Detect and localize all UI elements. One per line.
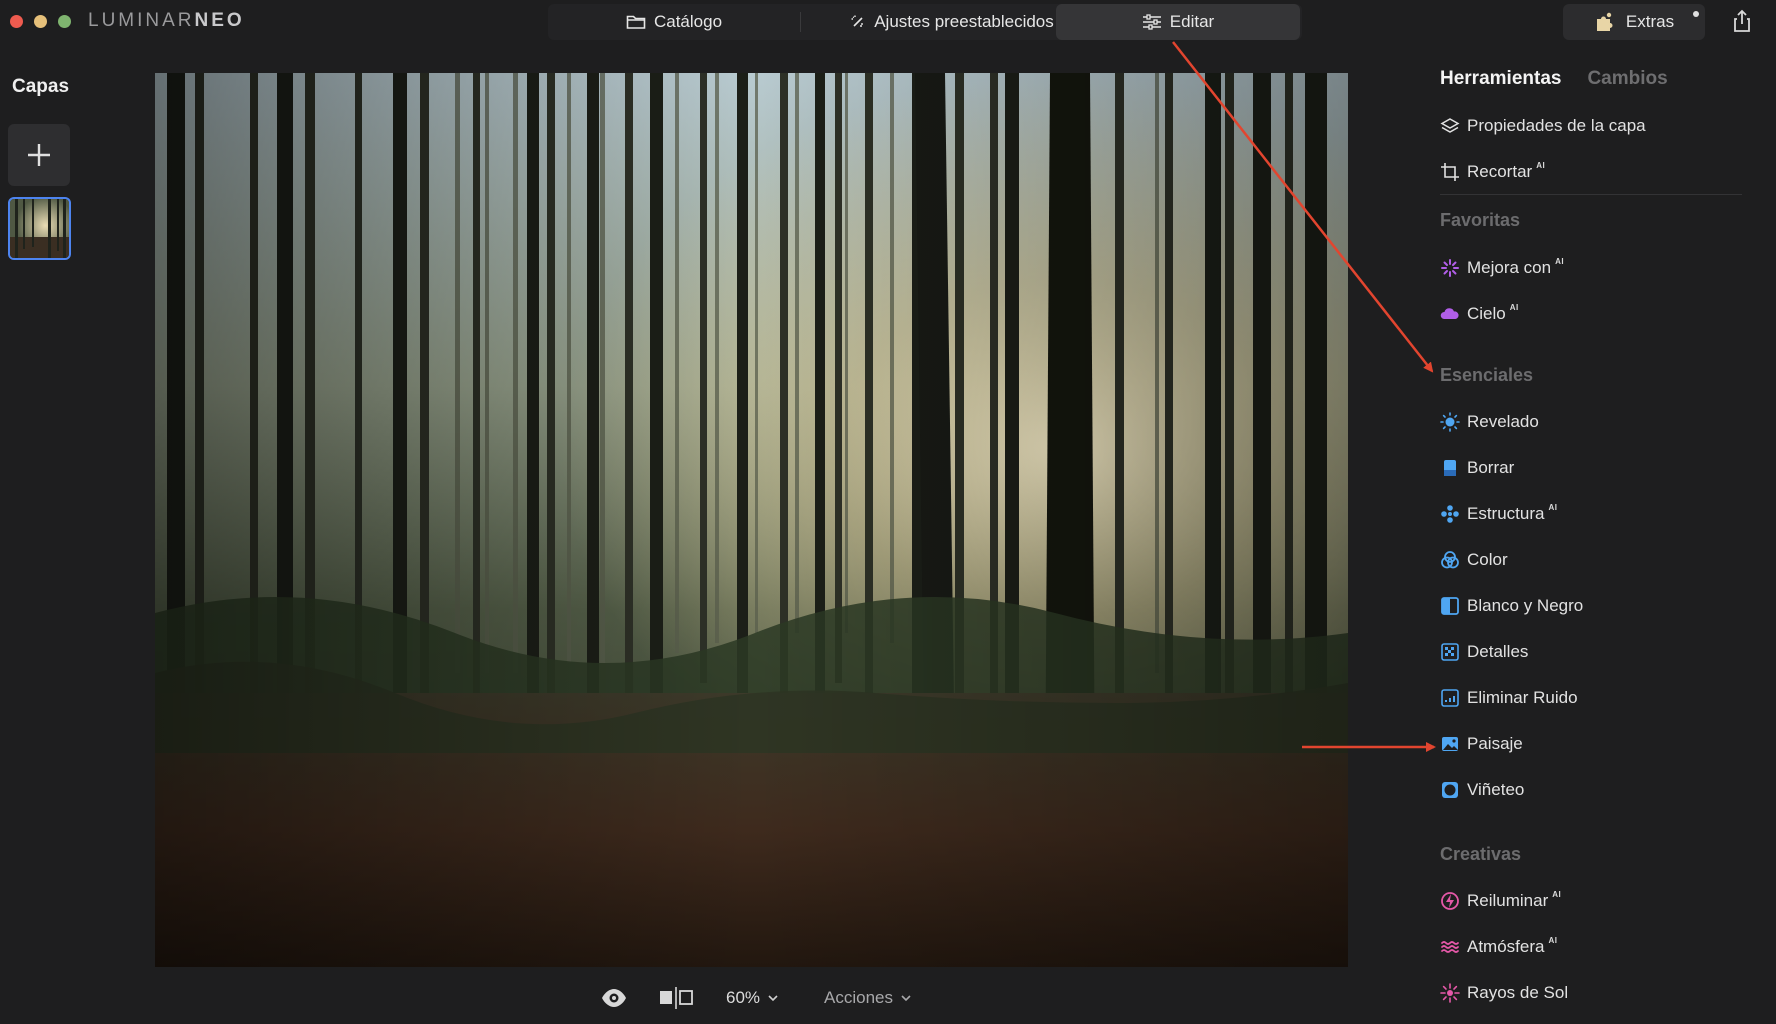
actions-dropdown[interactable]: Acciones [824, 982, 911, 1014]
tool-denoise[interactable]: Eliminar Ruido [1440, 683, 1578, 713]
sunrays-icon [1440, 983, 1460, 1003]
tool-crop[interactable]: Recortar AI [1440, 157, 1545, 187]
tool-color[interactable]: Color [1440, 545, 1508, 575]
eye-icon[interactable] [600, 982, 628, 1014]
sparkle-icon [1440, 258, 1460, 278]
tab-catalog[interactable]: Catálogo [548, 4, 800, 40]
tab-catalog-label: Catálogo [653, 12, 723, 31]
noise-icon [1440, 688, 1460, 708]
tool-details[interactable]: Detalles [1440, 637, 1528, 667]
app-logo: LUMINARNEO [88, 10, 245, 31]
actions-label: Acciones [824, 988, 893, 1007]
tab-tools[interactable]: Herramientas [1440, 68, 1561, 90]
tool-label: Viñeteo [1467, 780, 1525, 799]
tool-label: Mejora con [1467, 258, 1552, 277]
mode-switcher: Catálogo Ajustes preestablecidos Editar [548, 4, 1302, 40]
forest-photo-image [155, 73, 1348, 967]
ai-badge: AI [1509, 302, 1519, 312]
ai-badge: AI [1548, 502, 1558, 512]
tool-label: Paisaje [1467, 734, 1523, 753]
tab-changes[interactable]: Cambios [1587, 68, 1667, 90]
plus-icon [28, 144, 50, 166]
tool-label: Borrar [1467, 458, 1515, 477]
color-circles-icon [1440, 550, 1460, 570]
chevron-down-icon [768, 995, 778, 1002]
panel-divider [1440, 194, 1742, 195]
tool-sunrays[interactable]: Rayos de Sol [1440, 978, 1568, 1008]
structure-icon [1440, 504, 1460, 524]
photo-canvas[interactable] [155, 73, 1348, 967]
tool-atmosphere-ai[interactable]: Atmósfera AI [1440, 932, 1557, 962]
section-creative: Creativas [1440, 844, 1522, 864]
vignette-icon [1440, 780, 1460, 800]
magic-wand-icon [851, 15, 863, 27]
relight-icon [1440, 891, 1460, 911]
minimize-window-button[interactable] [34, 15, 47, 28]
tool-black-white[interactable]: Blanco y Negro [1440, 591, 1583, 621]
tool-label: Propiedades de la capa [1467, 116, 1646, 135]
sun-icon [1440, 412, 1460, 432]
tool-layer-properties[interactable]: Propiedades de la capa [1440, 111, 1646, 141]
eraser-icon [1440, 458, 1460, 478]
section-favorites: Favoritas [1440, 210, 1521, 230]
add-layer-button[interactable] [8, 124, 70, 186]
atmosphere-icon [1440, 937, 1460, 957]
tool-label: Atmósfera [1467, 937, 1545, 956]
layers-icon [1440, 116, 1460, 136]
tab-presets-label: Ajustes preestablecidos [874, 12, 1054, 31]
tool-structure-ai[interactable]: Estructura AI [1440, 499, 1557, 529]
cloud-icon [1440, 304, 1460, 324]
chevron-down-icon [901, 995, 911, 1002]
tool-label: Blanco y Negro [1467, 596, 1584, 615]
tool-label: Estructura [1467, 504, 1545, 523]
tool-label: Color [1467, 550, 1508, 569]
layers-title: Capas [12, 76, 70, 97]
landscape-icon [1440, 734, 1460, 754]
tool-erase[interactable]: Borrar [1440, 453, 1514, 483]
tool-vignette[interactable]: Viñeteo [1440, 775, 1524, 805]
tool-label: Recortar [1467, 162, 1533, 181]
tool-sky[interactable]: Cielo AI [1440, 299, 1519, 329]
zoom-window-button[interactable] [58, 15, 71, 28]
sliders-icon [1142, 14, 1161, 30]
crop-icon [1440, 162, 1460, 182]
tool-label: Rayos de Sol [1467, 983, 1569, 1002]
ai-badge: AI [1536, 160, 1546, 170]
tools-panel-tabs: Herramientas Cambios [1440, 68, 1668, 90]
zoom-dropdown[interactable]: 60% [726, 982, 778, 1014]
before-after-compare-icon[interactable] [658, 982, 694, 1014]
tool-label: Detalles [1467, 642, 1529, 661]
close-window-button[interactable] [10, 15, 23, 28]
tool-landscape[interactable]: Paisaje [1440, 729, 1523, 759]
zoom-value: 60% [726, 988, 761, 1007]
tool-relight-ai[interactable]: Reiluminar AI [1440, 886, 1561, 916]
tool-develop[interactable]: Revelado [1440, 407, 1539, 437]
tab-edit-label: Editar [1169, 12, 1215, 31]
tool-label: Revelado [1467, 412, 1539, 431]
section-essentials: Esenciales [1440, 365, 1534, 385]
folder-icon [626, 15, 646, 29]
bw-icon [1440, 596, 1460, 616]
ai-badge: AI [1555, 256, 1565, 266]
tool-label: Reiluminar [1467, 891, 1549, 910]
tool-enhance-ai[interactable]: Mejora con AI [1440, 253, 1564, 283]
tool-label: Cielo [1467, 304, 1506, 323]
tool-label: Eliminar Ruido [1467, 688, 1578, 707]
layer-thumbnail[interactable] [8, 197, 71, 260]
tab-edit[interactable]: Editar [1056, 4, 1300, 40]
details-grid-icon [1440, 642, 1460, 662]
ai-badge: AI [1548, 935, 1558, 945]
ai-badge: AI [1552, 889, 1562, 899]
forest-thumbnail-image [10, 199, 69, 258]
tools-panel: Herramientas Cambios Propiedades de la c… [1440, 0, 1776, 1024]
